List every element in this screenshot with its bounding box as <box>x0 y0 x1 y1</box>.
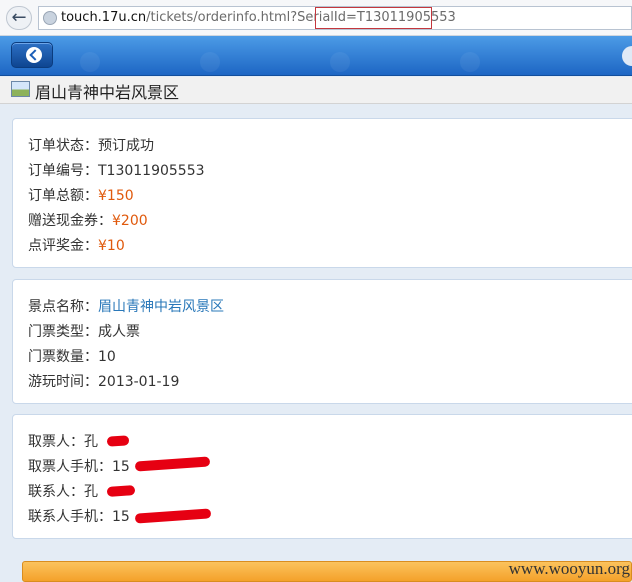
order-info-card: 订单状态：预订成功 订单编号：T13011905553 订单总额：¥150 赠送… <box>12 118 632 268</box>
ticket-type: 成人票 <box>98 324 140 340</box>
contact-phone-row: 联系人手机：15 <box>28 509 130 525</box>
scenic-name-link[interactable]: 眉山青神中岩风景区 <box>98 299 224 315</box>
browser-toolbar: ← touch.17u.cn/tickets/orderinfo.html?Se… <box>0 0 632 36</box>
back-button[interactable] <box>11 42 53 68</box>
ticket-type-row: 门票类型：成人票 <box>28 324 140 340</box>
watermark: www.wooyun.org <box>508 559 630 578</box>
cash-voucher-row: 赠送现金券：¥200 <box>28 213 148 229</box>
contact-info-card: 取票人：孔 取票人手机：15 联系人：孔 联系人手机：15 <box>12 414 632 539</box>
page-title-bar: 眉山青神中岩风景区 <box>0 77 632 104</box>
ticket-qty: 10 <box>98 349 116 365</box>
taker-phone-row: 取票人手机：15 <box>28 459 130 475</box>
browser-back-icon[interactable]: ← <box>6 6 32 30</box>
contact-person: 孔 <box>84 484 98 500</box>
ticket-qty-row: 门票数量：10 <box>28 349 116 365</box>
redaction-mark <box>134 508 212 524</box>
review-bonus: ¥10 <box>98 238 125 254</box>
url-highlight-box <box>315 7 432 29</box>
contact-phone: 15 <box>112 509 130 525</box>
order-total-row: 订单总额：¥150 <box>28 188 134 204</box>
order-total: ¥150 <box>98 188 134 204</box>
visit-date-row: 游玩时间：2013-01-19 <box>28 374 180 390</box>
contact-person-row: 联系人：孔 <box>28 484 98 500</box>
header-pattern <box>460 52 480 72</box>
order-number-row: 订单编号：T13011905553 <box>28 163 205 179</box>
scenic-name-row: 景点名称：眉山青神中岩风景区 <box>28 299 224 315</box>
taker-phone: 15 <box>112 459 130 475</box>
order-status-row: 订单状态：预订成功 <box>28 138 154 154</box>
ticket-info-card: 景点名称：眉山青神中岩风景区 门票类型：成人票 门票数量：10 游玩时间：201… <box>12 279 632 404</box>
address-bar[interactable]: touch.17u.cn/tickets/orderinfo.html?Seri… <box>38 6 632 30</box>
redaction-mark <box>106 435 130 447</box>
chevron-left-icon <box>26 47 42 63</box>
order-status: 预订成功 <box>98 138 154 154</box>
visit-date: 2013-01-19 <box>98 374 180 390</box>
cash-voucher: ¥200 <box>112 213 148 229</box>
app-header <box>0 36 632 76</box>
header-pattern <box>330 52 350 72</box>
review-bonus-row: 点评奖金：¥10 <box>28 238 125 254</box>
redaction-mark <box>106 485 136 497</box>
order-number: T13011905553 <box>98 163 205 179</box>
header-pattern <box>200 52 220 72</box>
ticket-taker-row: 取票人：孔 <box>28 434 98 450</box>
ticket-taker: 孔 <box>84 434 98 450</box>
image-icon <box>11 81 30 97</box>
page-title: 眉山青神中岩风景区 <box>35 83 180 102</box>
header-right-edge <box>622 46 632 66</box>
redaction-mark <box>134 456 211 472</box>
header-pattern <box>80 52 100 72</box>
globe-icon <box>43 11 57 25</box>
